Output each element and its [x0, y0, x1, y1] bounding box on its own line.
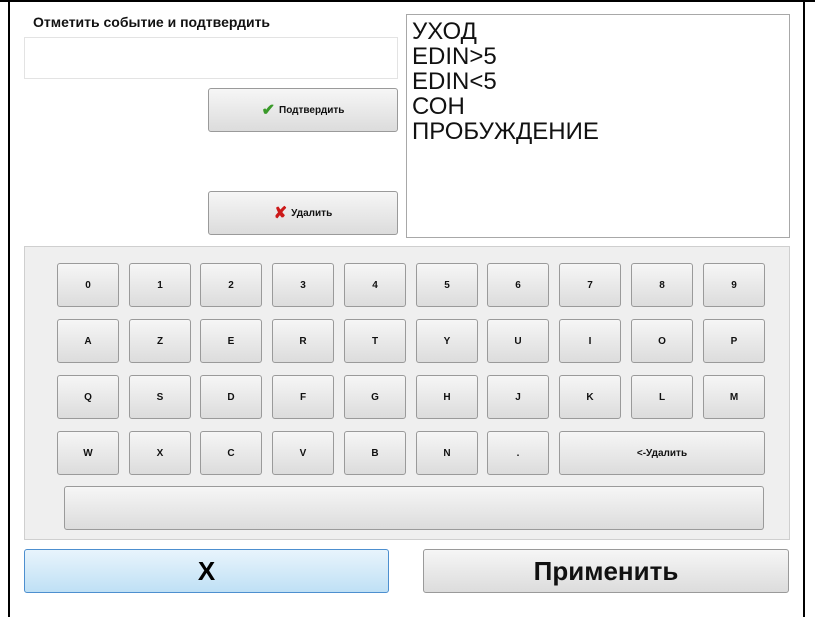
event-list-item[interactable]: СОН: [412, 94, 789, 119]
delete-event-button[interactable]: ✘ Удалить: [208, 191, 398, 235]
key-u[interactable]: U: [487, 319, 549, 363]
key-h[interactable]: H: [416, 375, 478, 419]
key-y[interactable]: Y: [416, 319, 478, 363]
key-g[interactable]: G: [344, 375, 406, 419]
delete-button-label: Удалить: [291, 207, 333, 219]
checkmark-icon: ✔: [261, 102, 275, 119]
key-8[interactable]: 8: [631, 263, 693, 307]
key-k[interactable]: K: [559, 375, 621, 419]
key-t[interactable]: T: [344, 319, 406, 363]
key-7[interactable]: 7: [559, 263, 621, 307]
key-i[interactable]: I: [559, 319, 621, 363]
form-title: Отметить событие и подтвердить: [33, 14, 271, 30]
key-5[interactable]: 5: [416, 263, 478, 307]
key-p[interactable]: P: [703, 319, 765, 363]
key-w[interactable]: W: [57, 431, 119, 475]
event-list-item[interactable]: ПРОБУЖДЕНИЕ: [412, 119, 789, 144]
key-a[interactable]: A: [57, 319, 119, 363]
backspace-key[interactable]: <-Удалить: [559, 431, 765, 475]
key-s[interactable]: S: [129, 375, 191, 419]
key-m[interactable]: M: [703, 375, 765, 419]
cross-icon: ✘: [273, 205, 288, 222]
key-c[interactable]: C: [200, 431, 262, 475]
key-j[interactable]: J: [487, 375, 549, 419]
cancel-button[interactable]: X: [24, 549, 389, 593]
event-list-item[interactable]: УХОД: [412, 19, 789, 44]
key-e[interactable]: E: [200, 319, 262, 363]
space-key[interactable]: [64, 486, 764, 530]
window-right-border: [803, 0, 805, 617]
apply-button[interactable]: Применить: [423, 549, 789, 593]
key-d[interactable]: D: [200, 375, 262, 419]
key-z[interactable]: Z: [129, 319, 191, 363]
key-x[interactable]: X: [129, 431, 191, 475]
key-f[interactable]: F: [272, 375, 334, 419]
key-period[interactable]: .: [487, 431, 549, 475]
key-4[interactable]: 4: [344, 263, 406, 307]
key-2[interactable]: 2: [200, 263, 262, 307]
confirm-button[interactable]: ✔ Подтвердить: [208, 88, 398, 132]
key-q[interactable]: Q: [57, 375, 119, 419]
key-0[interactable]: 0: [57, 263, 119, 307]
window-left-border: [8, 0, 10, 617]
key-v[interactable]: V: [272, 431, 334, 475]
key-9[interactable]: 9: [703, 263, 765, 307]
key-o[interactable]: O: [631, 319, 693, 363]
event-list-item[interactable]: EDIN>5: [412, 44, 789, 69]
key-n[interactable]: N: [416, 431, 478, 475]
key-6[interactable]: 6: [487, 263, 549, 307]
window-top-border: [0, 0, 815, 2]
key-3[interactable]: 3: [272, 263, 334, 307]
event-list-item[interactable]: EDIN<5: [412, 69, 789, 94]
event-list[interactable]: УХОД EDIN>5 EDIN<5 СОН ПРОБУЖДЕНИЕ: [406, 14, 790, 238]
key-r[interactable]: R: [272, 319, 334, 363]
confirm-button-label: Подтвердить: [279, 104, 345, 116]
key-b[interactable]: B: [344, 431, 406, 475]
key-l[interactable]: L: [631, 375, 693, 419]
key-1[interactable]: 1: [129, 263, 191, 307]
event-input-field[interactable]: [24, 37, 398, 79]
